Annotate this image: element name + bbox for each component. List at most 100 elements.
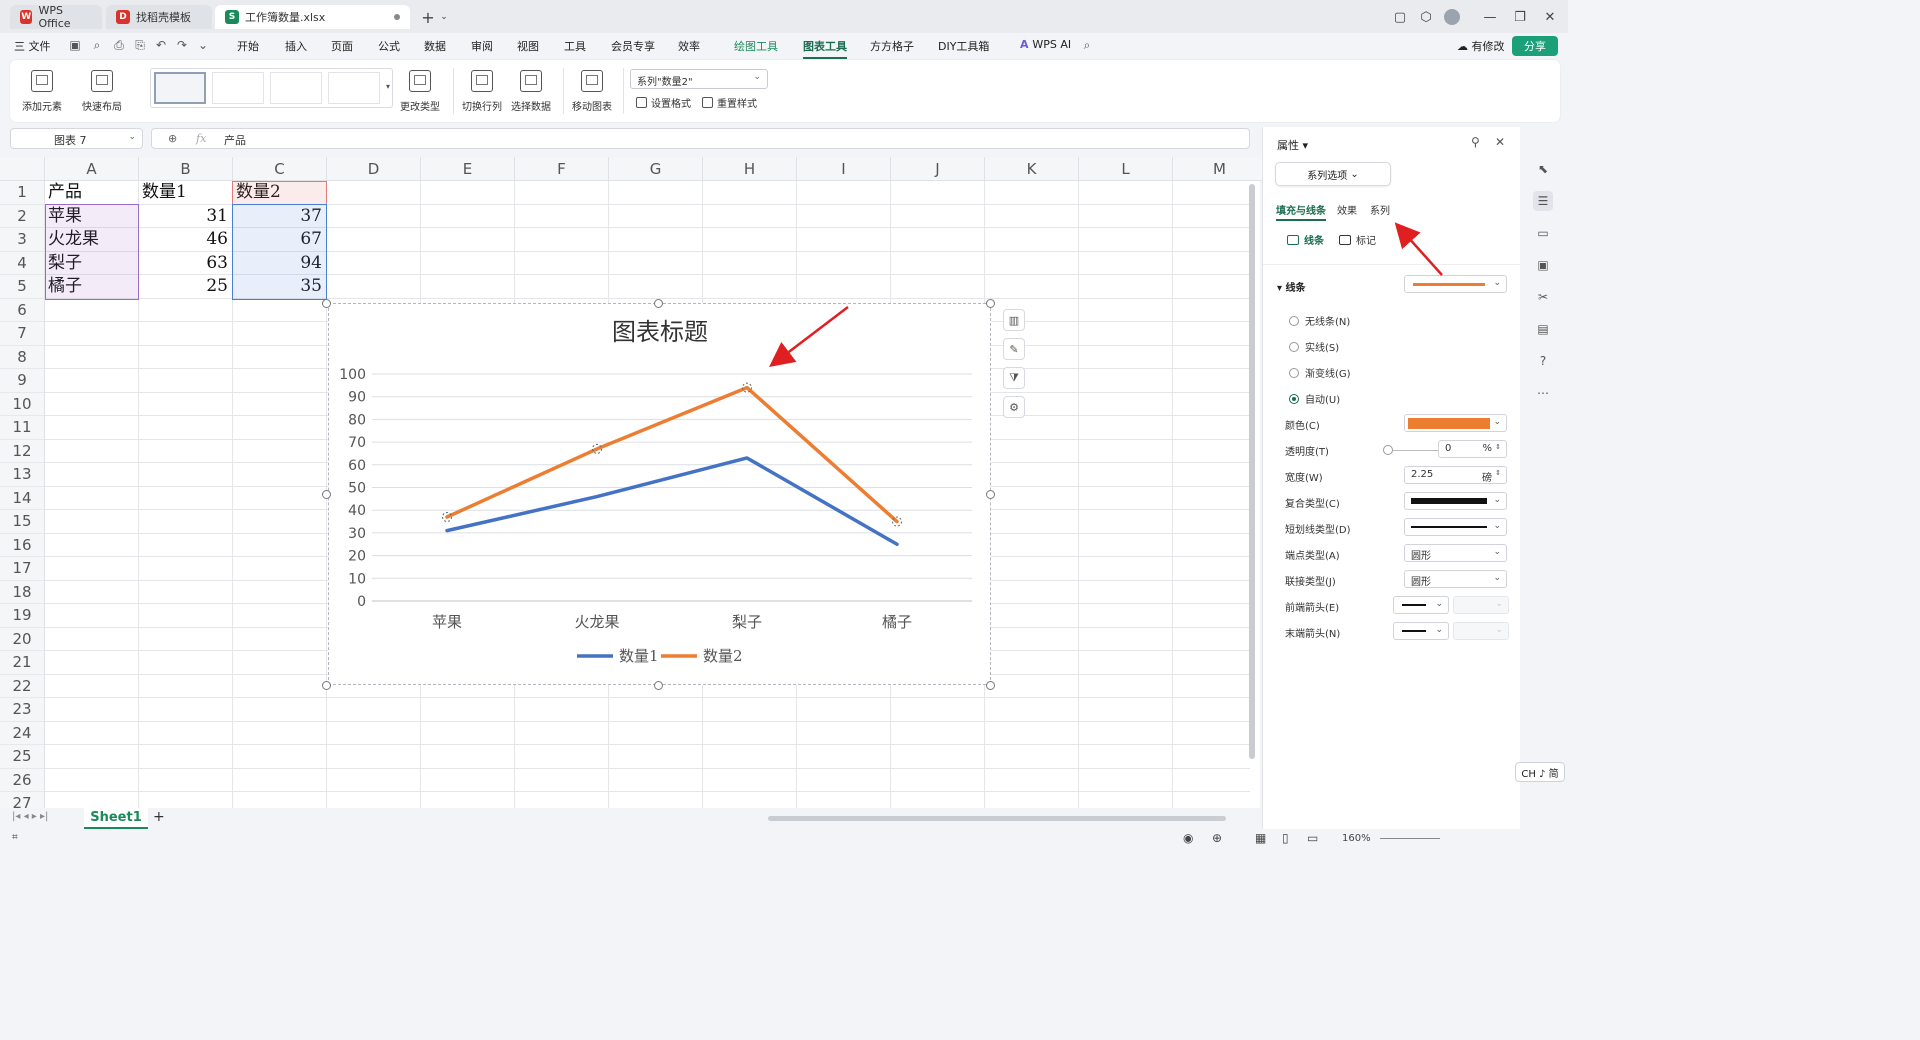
vertical-scrollbar[interactable]: [1249, 184, 1255, 759]
menu-home[interactable]: 开始: [237, 38, 259, 54]
menu-view[interactable]: 视图: [517, 38, 539, 54]
menu-efficiency[interactable]: 效率: [678, 38, 700, 54]
series-line-2[interactable]: [445, 385, 899, 524]
line-chart[interactable]: 图表标题 0 10 20 30 40 50 60 70 80 90 100 苹果 火龙果 梨子 橘子 数量1 数量…: [328, 303, 991, 685]
chart-resize-handle[interactable]: [986, 490, 995, 499]
transparency-slider[interactable]: [1393, 450, 1438, 451]
row-header-16[interactable]: 16: [0, 533, 45, 557]
more-chevron-icon[interactable]: ⌄: [196, 38, 210, 52]
print-preview-icon[interactable]: ⎘: [133, 38, 147, 52]
spreadsheet-grid[interactable]: A B C D E F G H I J K L M 1 2 3 4 5 6 7 8 9 10 11 12 13 14 15 16 17 18…: [0, 157, 1267, 816]
window-icon[interactable]: ▢: [1390, 7, 1410, 27]
color-picker[interactable]: ⌄: [1404, 414, 1507, 432]
transparency-input[interactable]: 0 % ⇕: [1438, 440, 1507, 458]
menu-chart-tools[interactable]: 图表工具: [803, 38, 847, 59]
chart-resize-handle[interactable]: [322, 490, 331, 499]
cube-icon[interactable]: ⬡: [1416, 7, 1436, 27]
horizontal-scrollbar[interactable]: [768, 816, 1226, 821]
chart-resize-handle[interactable]: [986, 681, 995, 690]
menu-formula[interactable]: 公式: [378, 38, 400, 54]
tab-menu-chevron-icon[interactable]: ⌄: [434, 7, 454, 27]
menu-member[interactable]: 会员专享: [611, 38, 655, 54]
add-element-button[interactable]: 添加元素: [22, 70, 62, 113]
zoom-slider[interactable]: [1380, 838, 1440, 839]
menu-diy-toolbox[interactable]: DIY工具箱: [938, 38, 989, 54]
row-header-17[interactable]: 17: [0, 557, 45, 581]
cell-b3[interactable]: 46: [142, 228, 228, 252]
begin-arrow-type-dropdown[interactable]: ⌄: [1393, 596, 1449, 614]
switch-rowcol-button[interactable]: 切换行列: [462, 70, 502, 113]
chart-style-brush-icon[interactable]: ✎: [1003, 338, 1025, 360]
row-header-23[interactable]: 23: [0, 698, 45, 722]
radio-solid-line[interactable]: 实线(S): [1289, 339, 1339, 354]
row-header-19[interactable]: 19: [0, 604, 45, 628]
join-type-dropdown[interactable]: 圆形 ⌄: [1404, 570, 1507, 588]
tab-docer[interactable]: D 找稻壳模板: [106, 5, 212, 29]
tab-effects[interactable]: 效果: [1337, 202, 1357, 217]
radio-no-line[interactable]: 无线条(N): [1289, 313, 1350, 328]
more-icon[interactable]: ⋯: [1533, 383, 1553, 403]
add-sheet-icon[interactable]: +: [153, 809, 165, 825]
redo-icon[interactable]: ↷: [175, 38, 189, 52]
help-icon[interactable]: ?: [1533, 351, 1553, 371]
column-header-h[interactable]: H: [703, 157, 797, 181]
row-header-7[interactable]: 7: [0, 322, 45, 346]
spinner-icon[interactable]: ⇕: [1495, 443, 1501, 451]
gallery-expand-icon[interactable]: ▾: [386, 82, 390, 91]
row-header-20[interactable]: 20: [0, 627, 45, 651]
row-header-1[interactable]: 1: [0, 181, 45, 205]
chart-style-thumb[interactable]: [328, 72, 380, 104]
chart-style-thumb[interactable]: [212, 72, 264, 104]
row-header-8[interactable]: 8: [0, 345, 45, 369]
sheet-nav-icon[interactable]: |◂ ◂ ▸ ▸|: [12, 811, 48, 822]
column-header-g[interactable]: G: [609, 157, 703, 181]
chart-resize-handle[interactable]: [322, 681, 331, 690]
formula-bar[interactable]: ⊕ fx 产品: [151, 128, 1250, 149]
end-arrow-type-dropdown[interactable]: ⌄: [1393, 622, 1449, 640]
row-header-10[interactable]: 10: [0, 392, 45, 416]
locate-icon[interactable]: ⊕: [1212, 831, 1222, 845]
search-icon[interactable]: ⌕: [1080, 38, 1094, 52]
select-data-button[interactable]: 选择数据: [511, 70, 551, 113]
select-all-corner[interactable]: [0, 157, 45, 181]
avatar[interactable]: [1442, 7, 1462, 27]
compound-type-dropdown[interactable]: ⌄: [1404, 492, 1507, 510]
cell-b4[interactable]: 63: [142, 252, 228, 276]
image-icon[interactable]: ▣: [1533, 255, 1553, 275]
book-icon[interactable]: ▤: [1533, 319, 1553, 339]
menu-page[interactable]: 页面: [331, 38, 353, 54]
normal-view-icon[interactable]: ▦: [1255, 831, 1266, 845]
menu-wps-ai[interactable]: A WPS AI: [1020, 38, 1071, 51]
transparency-slider-knob[interactable]: [1383, 445, 1393, 455]
page-layout-icon[interactable]: ▯: [1282, 831, 1289, 845]
row-header-11[interactable]: 11: [0, 416, 45, 440]
eye-icon[interactable]: ◉: [1183, 831, 1193, 845]
column-header-l[interactable]: L: [1079, 157, 1173, 181]
dash-type-dropdown[interactable]: ⌄: [1404, 518, 1507, 536]
series-options-dropdown[interactable]: 系列选项 ⌄: [1275, 162, 1391, 186]
subtab-marker[interactable]: 标记: [1339, 232, 1376, 247]
chart-elements-icon[interactable]: ▥: [1003, 309, 1025, 331]
print-icon[interactable]: ⎙: [112, 38, 126, 52]
style-icon[interactable]: ▭: [1533, 223, 1553, 243]
chart-filter-icon[interactable]: ⧩: [1003, 367, 1025, 389]
sheet-tab-sheet1[interactable]: Sheet1: [84, 808, 148, 829]
column-header-m[interactable]: M: [1173, 157, 1267, 181]
cell-b1[interactable]: 数量1: [142, 181, 228, 205]
row-header-25[interactable]: 25: [0, 745, 45, 769]
close-pane-icon[interactable]: ✕: [1495, 135, 1505, 149]
radio-gradient-line[interactable]: 渐变线(G): [1289, 365, 1351, 380]
column-header-a[interactable]: A: [45, 157, 139, 181]
page-break-icon[interactable]: ▭: [1307, 831, 1318, 845]
column-header-c[interactable]: C: [233, 157, 327, 181]
file-menu[interactable]: 三 文件: [14, 38, 51, 54]
chart-resize-handle[interactable]: [322, 299, 331, 308]
row-header-12[interactable]: 12: [0, 439, 45, 463]
line-color-preset-dropdown[interactable]: ⌄: [1404, 275, 1507, 293]
row-header-14[interactable]: 14: [0, 486, 45, 510]
pin-icon[interactable]: ⚲: [1471, 135, 1480, 149]
row-header-13[interactable]: 13: [0, 463, 45, 487]
undo-icon[interactable]: ↶: [154, 38, 168, 52]
row-header-18[interactable]: 18: [0, 580, 45, 604]
menu-review[interactable]: 审阅: [471, 38, 493, 54]
